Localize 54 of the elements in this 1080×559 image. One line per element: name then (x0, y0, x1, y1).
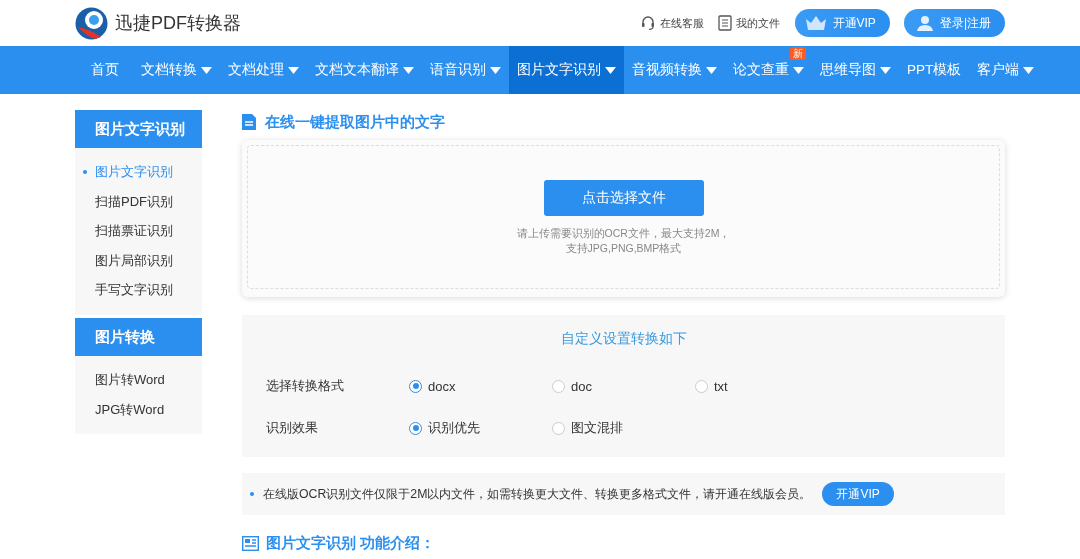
sidebar-heading: 图片转换 (75, 317, 202, 356)
vip-button[interactable]: 开通VIP (822, 482, 894, 506)
option-label[interactable]: docx (428, 378, 456, 394)
nav-tab[interactable]: 思维导图 (812, 46, 899, 94)
sidebar-item[interactable]: 手写文字识别 (75, 275, 202, 305)
option-label[interactable]: 识别优先 (428, 419, 480, 437)
setting-label: 识别效果 (265, 419, 319, 437)
radio-button[interactable] (552, 421, 565, 435)
sidebar-item[interactable]: 扫描PDF识别 (75, 186, 202, 217)
sidebar-item[interactable]: 扫描票证识别 (75, 216, 202, 246)
notice-text: 在线版OCR识别文件仅限于2M以内文件，如需转换更大文件、转换更多格式文件，请开通在线版会员。 (263, 485, 812, 503)
nav-tab[interactable]: 语音识别 (422, 46, 509, 94)
headset-icon (639, 15, 656, 31)
nav-tab[interactable]: 首页 (75, 46, 133, 94)
login-button[interactable]: 登录|注册 (903, 9, 1005, 37)
nav-tab[interactable]: 论文查重 新 (725, 46, 812, 94)
radio-button[interactable] (695, 379, 708, 393)
radio-button[interactable] (552, 379, 565, 393)
option-label[interactable]: doc (571, 378, 592, 394)
logo-text: 迅捷PDF转换器 (115, 12, 241, 35)
setting-label: 选择转换格式 (265, 377, 345, 395)
nav-tab[interactable]: 文档转换 (133, 46, 220, 94)
nav-tab[interactable]: 客户端 (969, 46, 1043, 94)
user-icon (915, 15, 934, 31)
nav-tab[interactable]: 音视频转换 (624, 46, 725, 94)
section-title: 图片文字识别 功能介绍： (266, 534, 436, 553)
option-label[interactable]: txt (714, 378, 728, 394)
upload-hint: 请上传需要识别的OCR文件，最大支持2M， 支持JPG,PNG,BMP格式 (516, 226, 731, 256)
document-icon (717, 15, 732, 31)
choose-file-button[interactable]: 点击选择文件 (543, 180, 704, 216)
nav-tab[interactable]: 文档文本翻译 (307, 46, 422, 94)
section-title: 在线一键提取图片中的文字 (265, 112, 445, 132)
document-icon (242, 114, 256, 130)
upload-area[interactable]: 点击选择文件 请上传需要识别的OCR文件，最大支持2M， 支持JPG,PNG,BMP格式 (242, 140, 1005, 297)
sidebar-item[interactable]: 图片局部识别 (75, 245, 202, 276)
radio-button[interactable] (409, 379, 422, 393)
sidebar-item[interactable]: 图片文字识别 (75, 157, 202, 187)
crown-icon (804, 15, 827, 31)
logo-icon (75, 6, 108, 40)
newspaper-icon (242, 536, 259, 551)
nav-tab[interactable]: 文档处理 (220, 46, 307, 94)
nav-tab[interactable]: PPT模板 (899, 46, 970, 94)
vip-button[interactable]: 开通VIP (794, 9, 890, 37)
option-label[interactable]: 图文混排 (571, 419, 623, 437)
sidebar-item[interactable]: 图片转Word (75, 364, 202, 395)
new-badge: 新 (790, 47, 806, 60)
header-link[interactable]: 在线客服 (639, 9, 704, 37)
bullet-icon (250, 492, 254, 496)
sidebar-heading: 图片文字识别 (75, 110, 202, 148)
radio-button[interactable] (409, 421, 422, 435)
nav-tab[interactable]: 图片文字识别 (509, 46, 624, 94)
settings-heading: 自定义设置转换如下 (559, 330, 688, 348)
header-link[interactable]: 我的文件 (717, 9, 780, 37)
sidebar-item[interactable]: JPG转Word (75, 394, 202, 425)
